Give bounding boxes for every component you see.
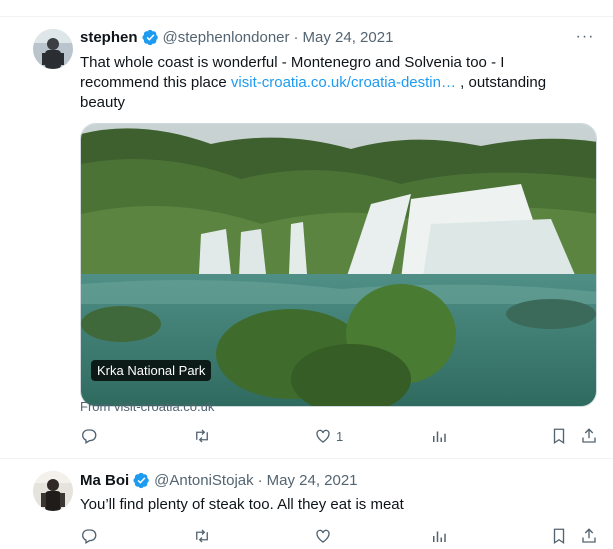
timestamp[interactable]: May 24, 2021 [267, 472, 358, 489]
display-name[interactable]: stephen [80, 29, 138, 46]
tweet-actions: 1 [80, 427, 600, 447]
views-button[interactable] [430, 527, 448, 545]
previous-tweet-edge [0, 0, 613, 17]
reply-button[interactable] [80, 427, 98, 445]
avatar[interactable] [33, 471, 73, 511]
tweet[interactable]: Ma Boi @AntoniStojak · May 24, 2021 You’… [0, 459, 613, 549]
share-icon [582, 528, 596, 543]
like-button[interactable]: 1 [314, 427, 343, 445]
user-handle[interactable]: @AntoniStojak [154, 472, 253, 489]
separator-dot: · [293, 29, 299, 46]
tweet-text: You’ll find plenty of steak too. All the… [80, 496, 404, 513]
views-button[interactable] [430, 427, 448, 445]
like-button[interactable] [314, 527, 332, 545]
separator-dot: · [257, 472, 263, 489]
tweet-link[interactable]: visit-croatia.co.uk/croatia-destin… [231, 74, 456, 91]
retweet-icon [196, 529, 208, 543]
like-icon [316, 529, 330, 543]
views-icon [433, 531, 446, 542]
share-button[interactable] [580, 427, 598, 445]
bookmark-icon [553, 428, 565, 445]
bookmark-button[interactable] [550, 427, 568, 445]
tweet-actions [80, 527, 600, 547]
like-count: 1 [336, 428, 344, 444]
more-icon[interactable]: ··· [575, 29, 595, 50]
tweet-header: stephen @stephenlondoner · May 24, 2021 [80, 29, 393, 46]
reply-icon [82, 529, 97, 544]
tweet-text: That whole coast is wonderful - Monteneg… [80, 53, 580, 113]
like-icon [316, 429, 330, 443]
tweet[interactable]: stephen @stephenlondoner · May 24, 2021 … [0, 17, 613, 459]
display-name[interactable]: Ma Boi [80, 472, 129, 489]
verified-badge-icon [141, 29, 158, 46]
avatar[interactable] [33, 29, 73, 69]
retweet-button[interactable] [193, 527, 211, 545]
reply-icon [82, 429, 97, 444]
retweet-button[interactable] [193, 427, 211, 445]
user-handle[interactable]: @stephenlondoner [163, 29, 290, 46]
reply-button[interactable] [80, 527, 98, 545]
bookmark-button[interactable] [550, 527, 568, 545]
link-source[interactable]: From visit-croatia.co.uk [80, 399, 214, 414]
media-caption: Krka National Park [91, 360, 212, 381]
tweet-header: Ma Boi @AntoniStojak · May 24, 2021 [80, 472, 358, 489]
retweet-icon [196, 429, 208, 443]
bookmark-icon [553, 528, 565, 545]
share-icon [582, 428, 596, 443]
share-button[interactable] [580, 527, 598, 545]
verified-badge-icon [133, 472, 149, 489]
timestamp[interactable]: May 24, 2021 [303, 29, 394, 46]
views-icon [433, 431, 446, 442]
